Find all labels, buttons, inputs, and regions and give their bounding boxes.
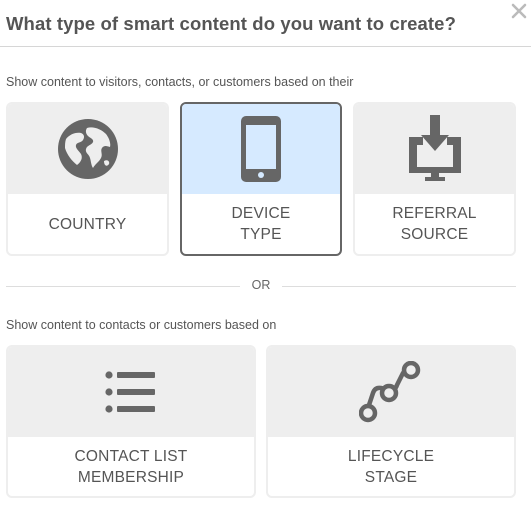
close-button[interactable]: [510, 2, 528, 20]
referral-source-card-icon-area: [355, 104, 514, 194]
download-to-screen-icon: [408, 115, 461, 181]
contact-list-membership-card[interactable]: CONTACT LIST MEMBERSHIP: [6, 345, 256, 498]
lifecycle-stage-card[interactable]: LIFECYCLE STAGE: [266, 345, 516, 498]
lifecycle-path-icon: [359, 361, 421, 423]
globe-icon: [57, 119, 118, 179]
or-divider-text: OR: [251, 278, 271, 292]
dialog-title: What type of smart content do you want t…: [6, 13, 456, 34]
referral-source-card[interactable]: REFERRAL SOURCE: [353, 102, 516, 256]
device-type-card[interactable]: DEVICE TYPE: [180, 102, 342, 256]
contacts-section-label: Show content to contacts or customers ba…: [6, 318, 277, 332]
country-card-icon-area: [8, 104, 167, 194]
contact-list-membership-card-icon-area: [8, 347, 254, 437]
contact-list-membership-card-label: CONTACT LIST MEMBERSHIP: [74, 447, 188, 486]
lifecycle-stage-card-label: LIFECYCLE STAGE: [347, 447, 435, 486]
visitors-section-label: Show content to visitors, contacts, or c…: [6, 75, 354, 89]
device-type-card-icon-area: [182, 104, 340, 194]
referral-source-card-label: REFERRAL SOURCE: [392, 205, 477, 243]
or-divider-right-line: [282, 286, 516, 287]
mobile-device-icon: [241, 116, 281, 182]
or-divider: OR: [6, 278, 516, 294]
smart-content-dialog: What type of smart content do you want t…: [0, 0, 531, 508]
list-icon: [105, 371, 155, 413]
title-divider: [0, 46, 531, 47]
close-icon: [511, 3, 527, 19]
device-type-card-label: DEVICE TYPE: [231, 205, 291, 243]
country-card[interactable]: COUNTRY: [6, 102, 169, 256]
lifecycle-stage-card-icon-area: [268, 347, 514, 437]
country-card-label: COUNTRY: [48, 215, 127, 233]
